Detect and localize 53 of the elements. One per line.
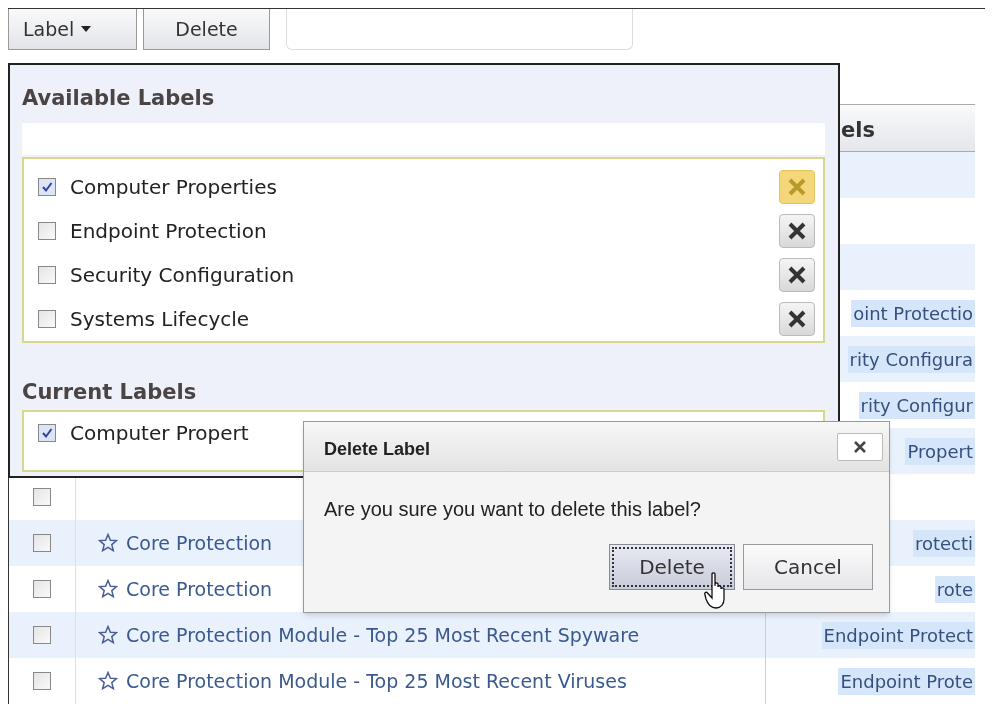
report-link[interactable]: Core Protection Module - Top 25 Most Recent Spyware [126, 620, 640, 650]
report-link[interactable]: Core Protection [126, 528, 273, 558]
star-icon [98, 671, 118, 691]
delete-label-button[interactable] [779, 257, 815, 292]
dialog-message: Are you sure you want to delete this label? [323, 497, 702, 522]
section-heading: Current Labels [22, 378, 198, 406]
label-tag[interactable]: Propert [905, 437, 975, 465]
label-tag[interactable]: Endpoint Prote [838, 667, 975, 695]
checkbox[interactable] [33, 488, 51, 506]
close-icon [787, 308, 807, 329]
caret-icon [80, 25, 93, 33]
checkbox[interactable] [33, 534, 51, 552]
star-icon [98, 579, 118, 599]
checkbox[interactable] [38, 309, 56, 328]
report-link[interactable]: Core Protection Module - Top 25 Most Recent Viruses [126, 666, 627, 696]
label-name: Computer Properties [70, 173, 278, 201]
checkbox[interactable] [33, 672, 51, 690]
label-tag[interactable]: oint Protectio [851, 299, 975, 327]
dialog-button[interactable]: Cancel [743, 544, 873, 590]
checkbox[interactable] [38, 424, 56, 442]
label-name: Systems Lifecycle [70, 305, 251, 333]
delete-label-button[interactable] [779, 213, 815, 248]
column-header: els [841, 117, 875, 145]
label-tag[interactable]: Endpoint Protect [821, 621, 975, 649]
toolbar-button[interactable]: Label [8, 9, 137, 50]
label-tag[interactable]: rotecti [912, 529, 975, 557]
checkbox[interactable] [38, 221, 56, 240]
report-link[interactable]: Core Protection [126, 574, 273, 604]
checkbox[interactable] [33, 626, 51, 644]
check-icon [41, 427, 53, 439]
label-name: Security Configuration [70, 261, 296, 289]
star-icon [98, 625, 118, 645]
checkbox[interactable] [38, 265, 56, 284]
label-tag[interactable]: rity Configur [858, 391, 975, 419]
close-icon [787, 220, 807, 241]
check-icon [41, 180, 53, 193]
close-button[interactable] [837, 432, 883, 461]
label-tag[interactable]: rote [934, 575, 975, 603]
dialog-button[interactable]: Delete [609, 544, 735, 590]
label-tag[interactable]: rity Configura [847, 345, 975, 373]
close-icon [787, 264, 807, 285]
section-heading: Available Labels [22, 85, 216, 112]
close-icon [787, 176, 807, 197]
search-field[interactable] [286, 9, 633, 50]
close-icon [853, 439, 867, 454]
star-icon [98, 533, 118, 553]
label-name: Endpoint Protection [70, 217, 268, 245]
checkbox[interactable] [38, 177, 56, 196]
label-name: Computer Propert [70, 420, 249, 447]
dialog-title: Delete Label [324, 438, 431, 461]
delete-label-button[interactable] [779, 301, 815, 336]
checkbox[interactable] [33, 580, 51, 598]
toolbar-button[interactable]: Delete [143, 9, 270, 50]
